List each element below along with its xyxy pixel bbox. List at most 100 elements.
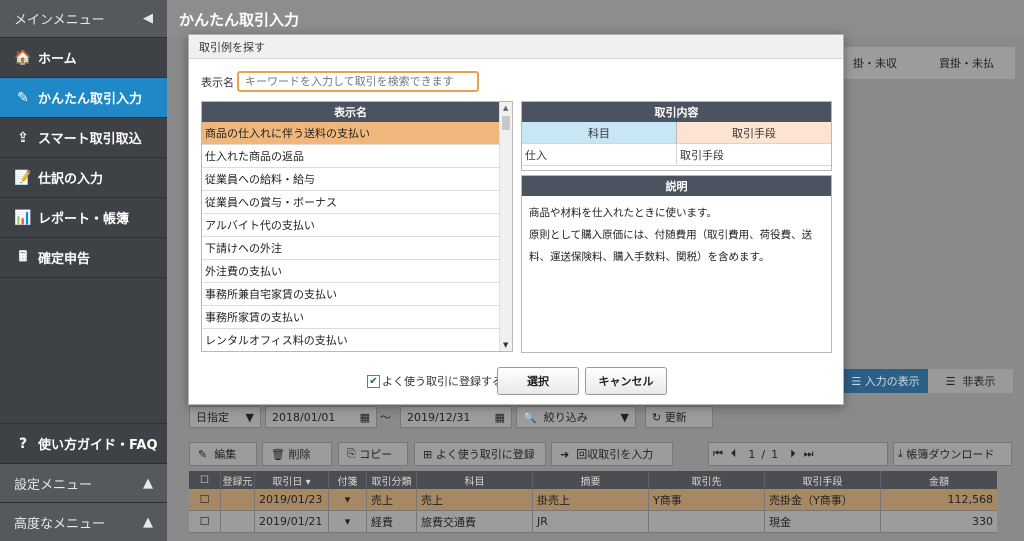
cell-account: 売上 [417,489,533,510]
list-item[interactable]: 事務所家賃の支払い [202,306,500,329]
sidebar-item-label: 仕訳の入力 [38,172,104,187]
pencil-icon: ✎ [198,447,215,461]
refresh-icon: ↻ [652,410,665,424]
cancel-button[interactable]: キャンセル [585,367,667,395]
cell-amount: 112,568 [947,493,994,506]
description-body: 商品や材料を仕入れたときに使います。 原則として購入原価には、付随費用（取引費用… [522,196,831,274]
calendar-icon: ▦ [494,410,505,424]
download-button[interactable]: ⤓ 帳簿ダウンロード [893,442,1012,466]
cell-date: 2019/01/23 [255,489,329,510]
list-item[interactable]: 商品の仕入れに伴う送料の支払い [202,122,500,145]
sidebar-item-label: レポート・帳簿 [38,212,130,227]
search-input[interactable] [237,71,479,92]
date-separator: 〜 [380,411,391,424]
register-favorite-option[interactable]: ✔ よく使う取引に登録する [367,373,503,389]
list-item[interactable]: アルバイト代の支払い [202,214,500,237]
cell-partner [649,511,765,532]
sidebar-item-journal[interactable]: 📝 仕訳の入力 [0,158,167,198]
sidebar-item-tax-return[interactable]: 🖩 確定申告 [0,238,167,278]
sidebar-item-easy-entry[interactable]: ✎ かんたん取引入力 [0,78,167,118]
delete-button[interactable]: 🗑 削除 [262,442,332,466]
col-category: 取引分類 [367,471,417,489]
caret-down-icon: ▼ [245,410,254,424]
recover-button[interactable]: ➜ 回収取引を入力 [551,442,673,466]
next-page-icon[interactable]: ⏵ [790,447,796,461]
row-checkbox[interactable]: ☐ [189,511,221,532]
first-page-icon[interactable]: ⏮ [713,447,723,461]
sidebar-item-reports[interactable]: 📊 レポート・帳簿 [0,198,167,238]
date-to-input[interactable]: 2019/12/31 ▦ [400,406,512,428]
cell-method: 売掛金（Y商事） [765,489,881,510]
sticky-icon[interactable]: ▾ [329,511,367,532]
main-menu-header[interactable]: メインメニュー ◀ [0,0,167,38]
favorite-button[interactable]: ⊞ よく使う取引に登録 [414,442,546,466]
last-page-icon[interactable]: ⏭ [804,447,814,461]
tax-return-icon: 🖩 [18,248,28,265]
date-from-input[interactable]: 2018/01/01 ▦ [265,406,377,428]
scroll-down-icon[interactable]: ▼ [503,341,508,349]
list-item[interactable]: 仕入れた商品の返品 [202,145,500,168]
hide-button[interactable]: ☰ 非表示 [928,369,1013,393]
account-value: 仕入 [522,144,677,166]
column-receivable: 掛・未収 [853,57,897,70]
description-panel: 説明 商品や材料を仕入れたときに使います。 原則として購入原価には、付随費用（取… [521,175,832,353]
col-summary: 摘要 [533,471,649,489]
list-scrollbar[interactable]: ▲ ▼ [499,102,512,351]
description-line: 商品や材料を仕入れたときに使います。 [529,207,717,219]
sidebar-item-smart-import[interactable]: ⇪ スマート取引取込 [0,118,167,158]
list-item[interactable]: 下請けへの外注 [202,237,500,260]
prev-page-icon[interactable]: ⏴ [731,447,737,461]
date-mode-select[interactable]: 日指定 ▼ [189,406,261,428]
advanced-menu[interactable]: 高度なメニュー ▲ [0,502,167,541]
transactions-table: ☐ 登録元 取引日 ▾ 付箋 取引分類 科目 摘要 取引先 取引手段 金額 ☐ … [189,471,997,533]
settings-menu[interactable]: 設定メニュー ▲ [0,463,167,502]
list-header: 表示名 [202,102,499,122]
method-value: 取引手段 [677,144,831,166]
col-date[interactable]: 取引日 ▾ [255,471,329,489]
pencil-icon: ✎ [17,89,29,106]
trash-icon: 🗑 [271,447,289,461]
content-header-row: 科目 取引手段 [522,122,831,144]
list-items: 商品の仕入れに伴う送料の支払い 仕入れた商品の返品 従業員への給料・給与 従業員… [202,122,500,351]
cell-amount: 330 [972,515,993,528]
select-all-checkbox[interactable]: ☐ [189,471,221,489]
home-icon: 🏠 [14,49,32,66]
copy-button[interactable]: ⎘ コピー [338,442,408,466]
list-icon: ☰ [851,374,865,388]
select-button[interactable]: 選択 [497,367,579,395]
register-favorite-checkbox[interactable]: ✔ [367,374,380,388]
list-item[interactable]: 事務所兼自宅家賃の支払い [202,283,500,306]
list-item[interactable]: 従業員への給料・給与 [202,168,500,191]
sidebar-item-guide[interactable]: ? 使い方ガイド・FAQ [0,423,167,463]
collapse-icon[interactable]: ◀ [143,11,153,26]
sidebar-item-home[interactable]: 🏠 ホーム [0,38,167,78]
copy-icon: ⎘ [347,447,360,460]
refresh-button[interactable]: ↻ 更新 [645,406,713,428]
list-item[interactable]: 従業員への賞与・ボーナス [202,191,500,214]
cell-summary: 掛売上 [533,489,649,510]
list-item[interactable]: 外注費の支払い [202,260,500,283]
sticky-icon[interactable]: ▾ [329,489,367,510]
list-item[interactable]: レンタルオフィス料の支払い [202,329,500,351]
col-sticky: 付箋 [329,471,367,489]
col-amount: 金額 [929,476,949,488]
show-input-button[interactable]: ☰ 入力の表示 [843,369,928,393]
scroll-thumb[interactable] [502,116,510,130]
column-payable: 買掛・未払 [939,57,994,70]
edit-button[interactable]: ✎ 編集 [189,442,257,466]
dialog-title: 取引例を探す [189,35,843,59]
filter-button[interactable]: 🔍 絞り込み ▼ [516,406,636,428]
cell-date: 2019/01/21 [255,511,329,532]
description-header: 説明 [522,176,831,196]
table-row[interactable]: ☐ 2019/01/21 ▾ 経費 旅費交通費 JR 現金 330 [189,511,997,533]
transaction-content-panel: 取引内容 科目 取引手段 仕入 取引手段 [521,101,832,171]
table-row[interactable]: ☐ 2019/01/23 ▾ 売上 売上 掛売上 Y商事 売掛金（Y商事） 11… [189,489,997,511]
journal-icon: 📝 [14,169,32,186]
page-total: 1 [771,447,779,461]
scroll-up-icon[interactable]: ▲ [503,104,508,112]
search-row: 表示名 [201,71,479,92]
cell-category: 経費 [367,511,417,532]
row-checkbox[interactable]: ☐ [189,489,221,510]
content-header: 取引内容 [522,102,831,122]
content-value-row: 仕入 取引手段 [522,144,831,166]
